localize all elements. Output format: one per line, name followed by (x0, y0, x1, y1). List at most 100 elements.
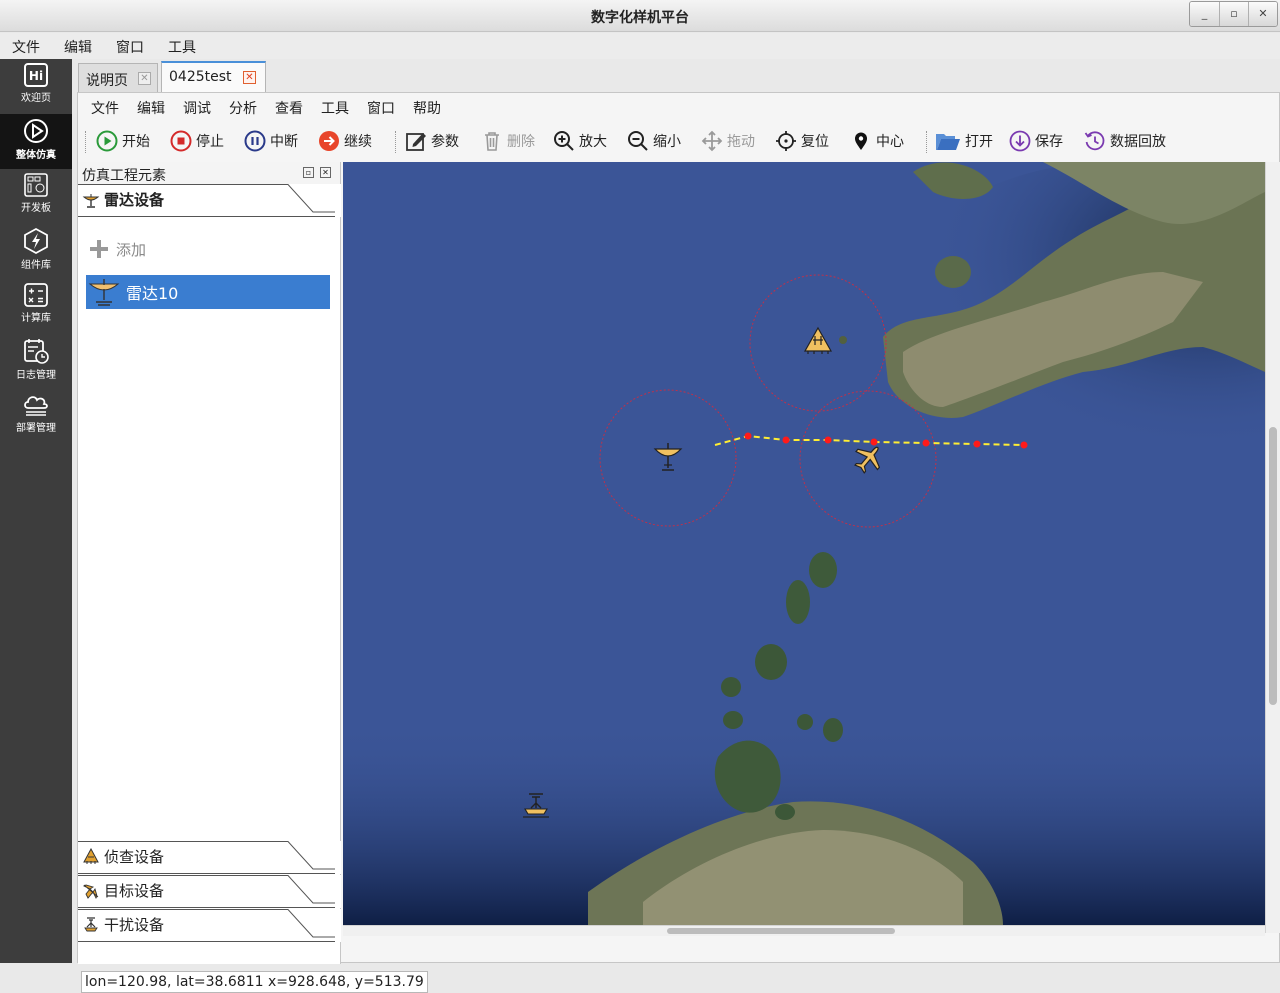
delete-label: 删除 (507, 134, 535, 150)
submenu-file[interactable]: 文件 (82, 93, 128, 123)
submenu-view[interactable]: 查看 (266, 93, 312, 123)
map-horizontal-scrollbar[interactable] (343, 925, 1265, 936)
window-title: 数字化样机平台 (591, 10, 689, 26)
map-pin-icon (855, 132, 867, 150)
tab-readme[interactable]: 说明页 ✕ (78, 63, 158, 92)
nav-simulation-label: 整体仿真 (16, 150, 56, 161)
zoom-in-button[interactable]: 放大 (553, 127, 607, 155)
map-vertical-scrollbar[interactable] (1265, 162, 1280, 933)
main-menu-bar: 文件 编辑 窗口 工具 (0, 33, 1280, 59)
coordinate-status: lon=120.98, lat=38.6811 x=928.648, y=513… (81, 971, 428, 993)
svg-text:Hi: Hi (29, 69, 43, 83)
pause-button[interactable]: 中断 (244, 127, 298, 155)
zoom-in-label: 放大 (579, 134, 607, 150)
open-button[interactable]: 打开 (935, 127, 993, 155)
submenu-debug[interactable]: 调试 (174, 93, 220, 123)
recon-section-header[interactable]: 侦查设备 (78, 841, 341, 874)
submenu-tools[interactable]: 工具 (312, 93, 358, 123)
nav-welcome-label: 欢迎页 (21, 93, 51, 104)
workspace: 说明页 ✕ 0425test ✕ 文件 编辑 调试 分析 查看 工具 窗口 帮助… (77, 59, 1280, 993)
zoom-out-button[interactable]: 缩小 (627, 127, 681, 155)
radar-item-label: 雷达10 (126, 284, 179, 303)
islet-2 (839, 336, 847, 344)
waypoint[interactable] (870, 438, 878, 446)
waypoint[interactable] (782, 436, 790, 444)
tab-0425test-close-icon[interactable]: ✕ (243, 71, 256, 84)
restore-panel-icon[interactable]: ▫ (303, 167, 314, 178)
target-section-label: 目标设备 (104, 882, 165, 900)
tab-readme-close-icon[interactable]: ✕ (138, 72, 151, 85)
waypoint[interactable] (922, 439, 930, 447)
center-button[interactable]: 中心 (850, 127, 904, 155)
islet-1 (935, 256, 971, 288)
nav-logs-label: 日志管理 (16, 370, 56, 381)
pause-label: 中断 (270, 134, 298, 150)
trash-icon (485, 132, 499, 151)
island-c (755, 644, 787, 680)
jammer-device-icon (84, 916, 98, 931)
tree-title: 仿真工程元素 (82, 168, 166, 184)
save-button[interactable]: 保存 (1009, 127, 1063, 155)
map-canvas[interactable] (343, 162, 1265, 925)
island-d (721, 677, 741, 697)
tab-readme-label: 说明页 (86, 73, 128, 89)
radar-dish-icon (88, 279, 120, 306)
radar-section-header[interactable]: 雷达设备 (78, 184, 341, 217)
minimize-button[interactable]: _ (1190, 2, 1219, 26)
vertical-scroll-thumb[interactable] (1269, 427, 1277, 705)
nav-logs[interactable]: 日志管理 (0, 334, 72, 389)
drag-label: 拖动 (727, 134, 755, 150)
cloud-icon (24, 396, 48, 416)
menu-edit[interactable]: 编辑 (52, 33, 104, 59)
nav-devboard[interactable]: 开发板 (0, 169, 72, 224)
forward-arrow-icon (319, 131, 339, 151)
menu-file[interactable]: 文件 (0, 33, 52, 59)
nav-welcome[interactable]: Hi 欢迎页 (0, 59, 72, 114)
save-label: 保存 (1035, 134, 1063, 150)
nav-devboard-label: 开发板 (21, 203, 51, 214)
radar-dish-icon (82, 193, 100, 208)
resume-button[interactable]: 继续 (318, 127, 372, 155)
start-button[interactable]: 开始 (96, 127, 150, 155)
waypoint[interactable] (973, 440, 981, 448)
island-g (823, 718, 843, 742)
resume-label: 继续 (344, 134, 372, 150)
island-i (775, 804, 795, 820)
project-menu-bar: 文件 编辑 调试 分析 查看 工具 窗口 帮助 (78, 93, 1278, 123)
menu-window[interactable]: 窗口 (104, 33, 156, 59)
lightning-hex-icon (24, 227, 48, 255)
submenu-edit[interactable]: 编辑 (128, 93, 174, 123)
stop-button[interactable]: 停止 (170, 127, 224, 155)
start-label: 开始 (122, 134, 150, 150)
playback-button[interactable]: 数据回放 (1084, 127, 1166, 155)
menu-tools[interactable]: 工具 (156, 33, 208, 59)
maximize-button[interactable]: ▫ (1219, 2, 1248, 26)
horizontal-scroll-thumb[interactable] (667, 928, 895, 934)
folder-open-icon (936, 134, 960, 150)
toolbar-separator (926, 131, 927, 153)
nav-deploy-label: 部署管理 (16, 423, 56, 434)
submenu-window[interactable]: 窗口 (358, 93, 404, 123)
delete-button[interactable]: 删除 (481, 127, 535, 155)
reset-button[interactable]: 复位 (775, 127, 829, 155)
waypoint[interactable] (824, 436, 832, 444)
tab-0425test[interactable]: 0425test ✕ (161, 61, 266, 92)
target-section-header[interactable]: 目标设备 (78, 875, 341, 908)
nav-simulation[interactable]: 整体仿真 (0, 114, 72, 169)
nav-components[interactable]: 组件库 (0, 224, 72, 279)
waypoint[interactable] (1020, 441, 1028, 449)
submenu-analyze[interactable]: 分析 (220, 93, 266, 123)
nav-components-label: 组件库 (21, 260, 51, 271)
submenu-help[interactable]: 帮助 (404, 93, 450, 123)
close-panel-icon[interactable]: ✕ (320, 167, 331, 178)
playback-label: 数据回放 (1110, 134, 1166, 150)
nav-calc[interactable]: 计算库 (0, 279, 72, 334)
drag-button[interactable]: 拖动 (701, 127, 755, 155)
nav-deploy[interactable]: 部署管理 (0, 389, 72, 444)
jammer-section-header[interactable]: 干扰设备 (78, 909, 341, 942)
params-button[interactable]: 参数 (405, 127, 459, 155)
radar-list-item[interactable]: 雷达10 (86, 275, 330, 309)
close-button[interactable]: ✕ (1248, 2, 1277, 26)
waypoint[interactable] (744, 432, 752, 440)
add-button[interactable]: 添加 (88, 238, 146, 260)
